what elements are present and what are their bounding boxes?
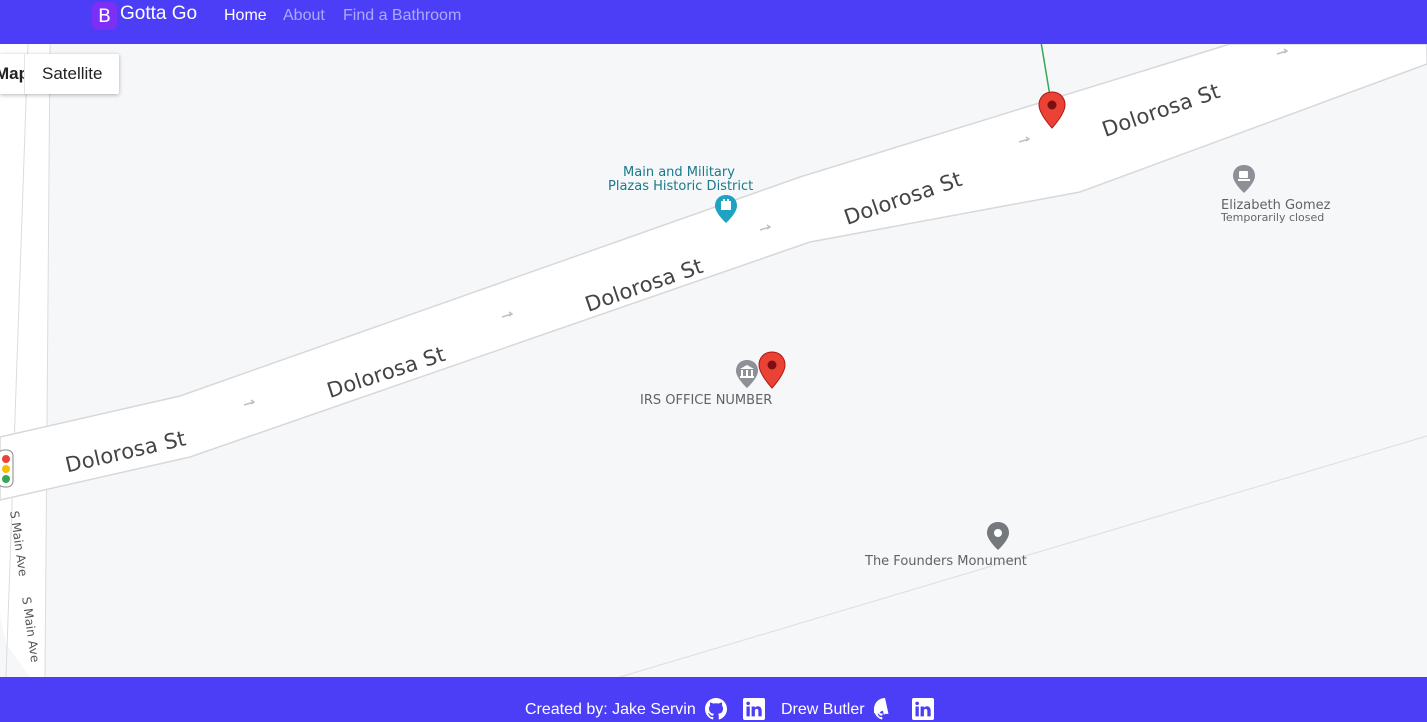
- brand-logo-icon[interactable]: B: [92, 2, 117, 30]
- monument-icon[interactable]: [987, 522, 1009, 550]
- nav-link-home[interactable]: Home: [224, 7, 267, 25]
- government-icon[interactable]: [736, 360, 758, 388]
- poi-label-founders-monument[interactable]: The Founders Monument: [865, 555, 1027, 569]
- footer: Created by: Jake Servin Drew Butler: [0, 677, 1427, 722]
- poi-label-historic-district[interactable]: Main and Military Plazas Historic Distri…: [608, 166, 753, 194]
- poi-label-irs-office[interactable]: IRS OFFICE NUMBER: [640, 394, 772, 408]
- footer-credit-jake: Created by: Jake Servin: [525, 701, 696, 718]
- street-dolorosa: [0, 44, 1427, 501]
- nav-link-about[interactable]: About: [283, 7, 325, 25]
- poi-status-temporarily-closed: Temporarily closed: [1221, 211, 1325, 224]
- map-type-map-button[interactable]: Map: [0, 54, 25, 94]
- red-pin-marker-irs[interactable]: [758, 351, 786, 389]
- github-icon[interactable]: [705, 698, 727, 720]
- nav-link-find-bathroom[interactable]: Find a Bathroom: [343, 7, 461, 25]
- cafe-icon[interactable]: [1233, 165, 1255, 193]
- footer-credit-drew: Drew Butler: [781, 701, 865, 718]
- map-canvas[interactable]: [0, 44, 1427, 677]
- map[interactable]: Map Satellite Dolorosa St Dolorosa St Do…: [0, 44, 1427, 677]
- github-icon[interactable]: [874, 698, 896, 720]
- map-type-satellite-button[interactable]: Satellite: [25, 54, 119, 94]
- traffic-light-icon: [0, 449, 14, 488]
- navbar: B Gotta Go Home About Find a Bathroom: [0, 0, 1427, 44]
- linkedin-icon[interactable]: [912, 698, 934, 720]
- linkedin-icon[interactable]: [743, 698, 765, 720]
- route-line: [1040, 44, 1051, 97]
- brand-name[interactable]: Gotta Go: [120, 3, 197, 25]
- map-type-control: Map Satellite: [0, 54, 120, 94]
